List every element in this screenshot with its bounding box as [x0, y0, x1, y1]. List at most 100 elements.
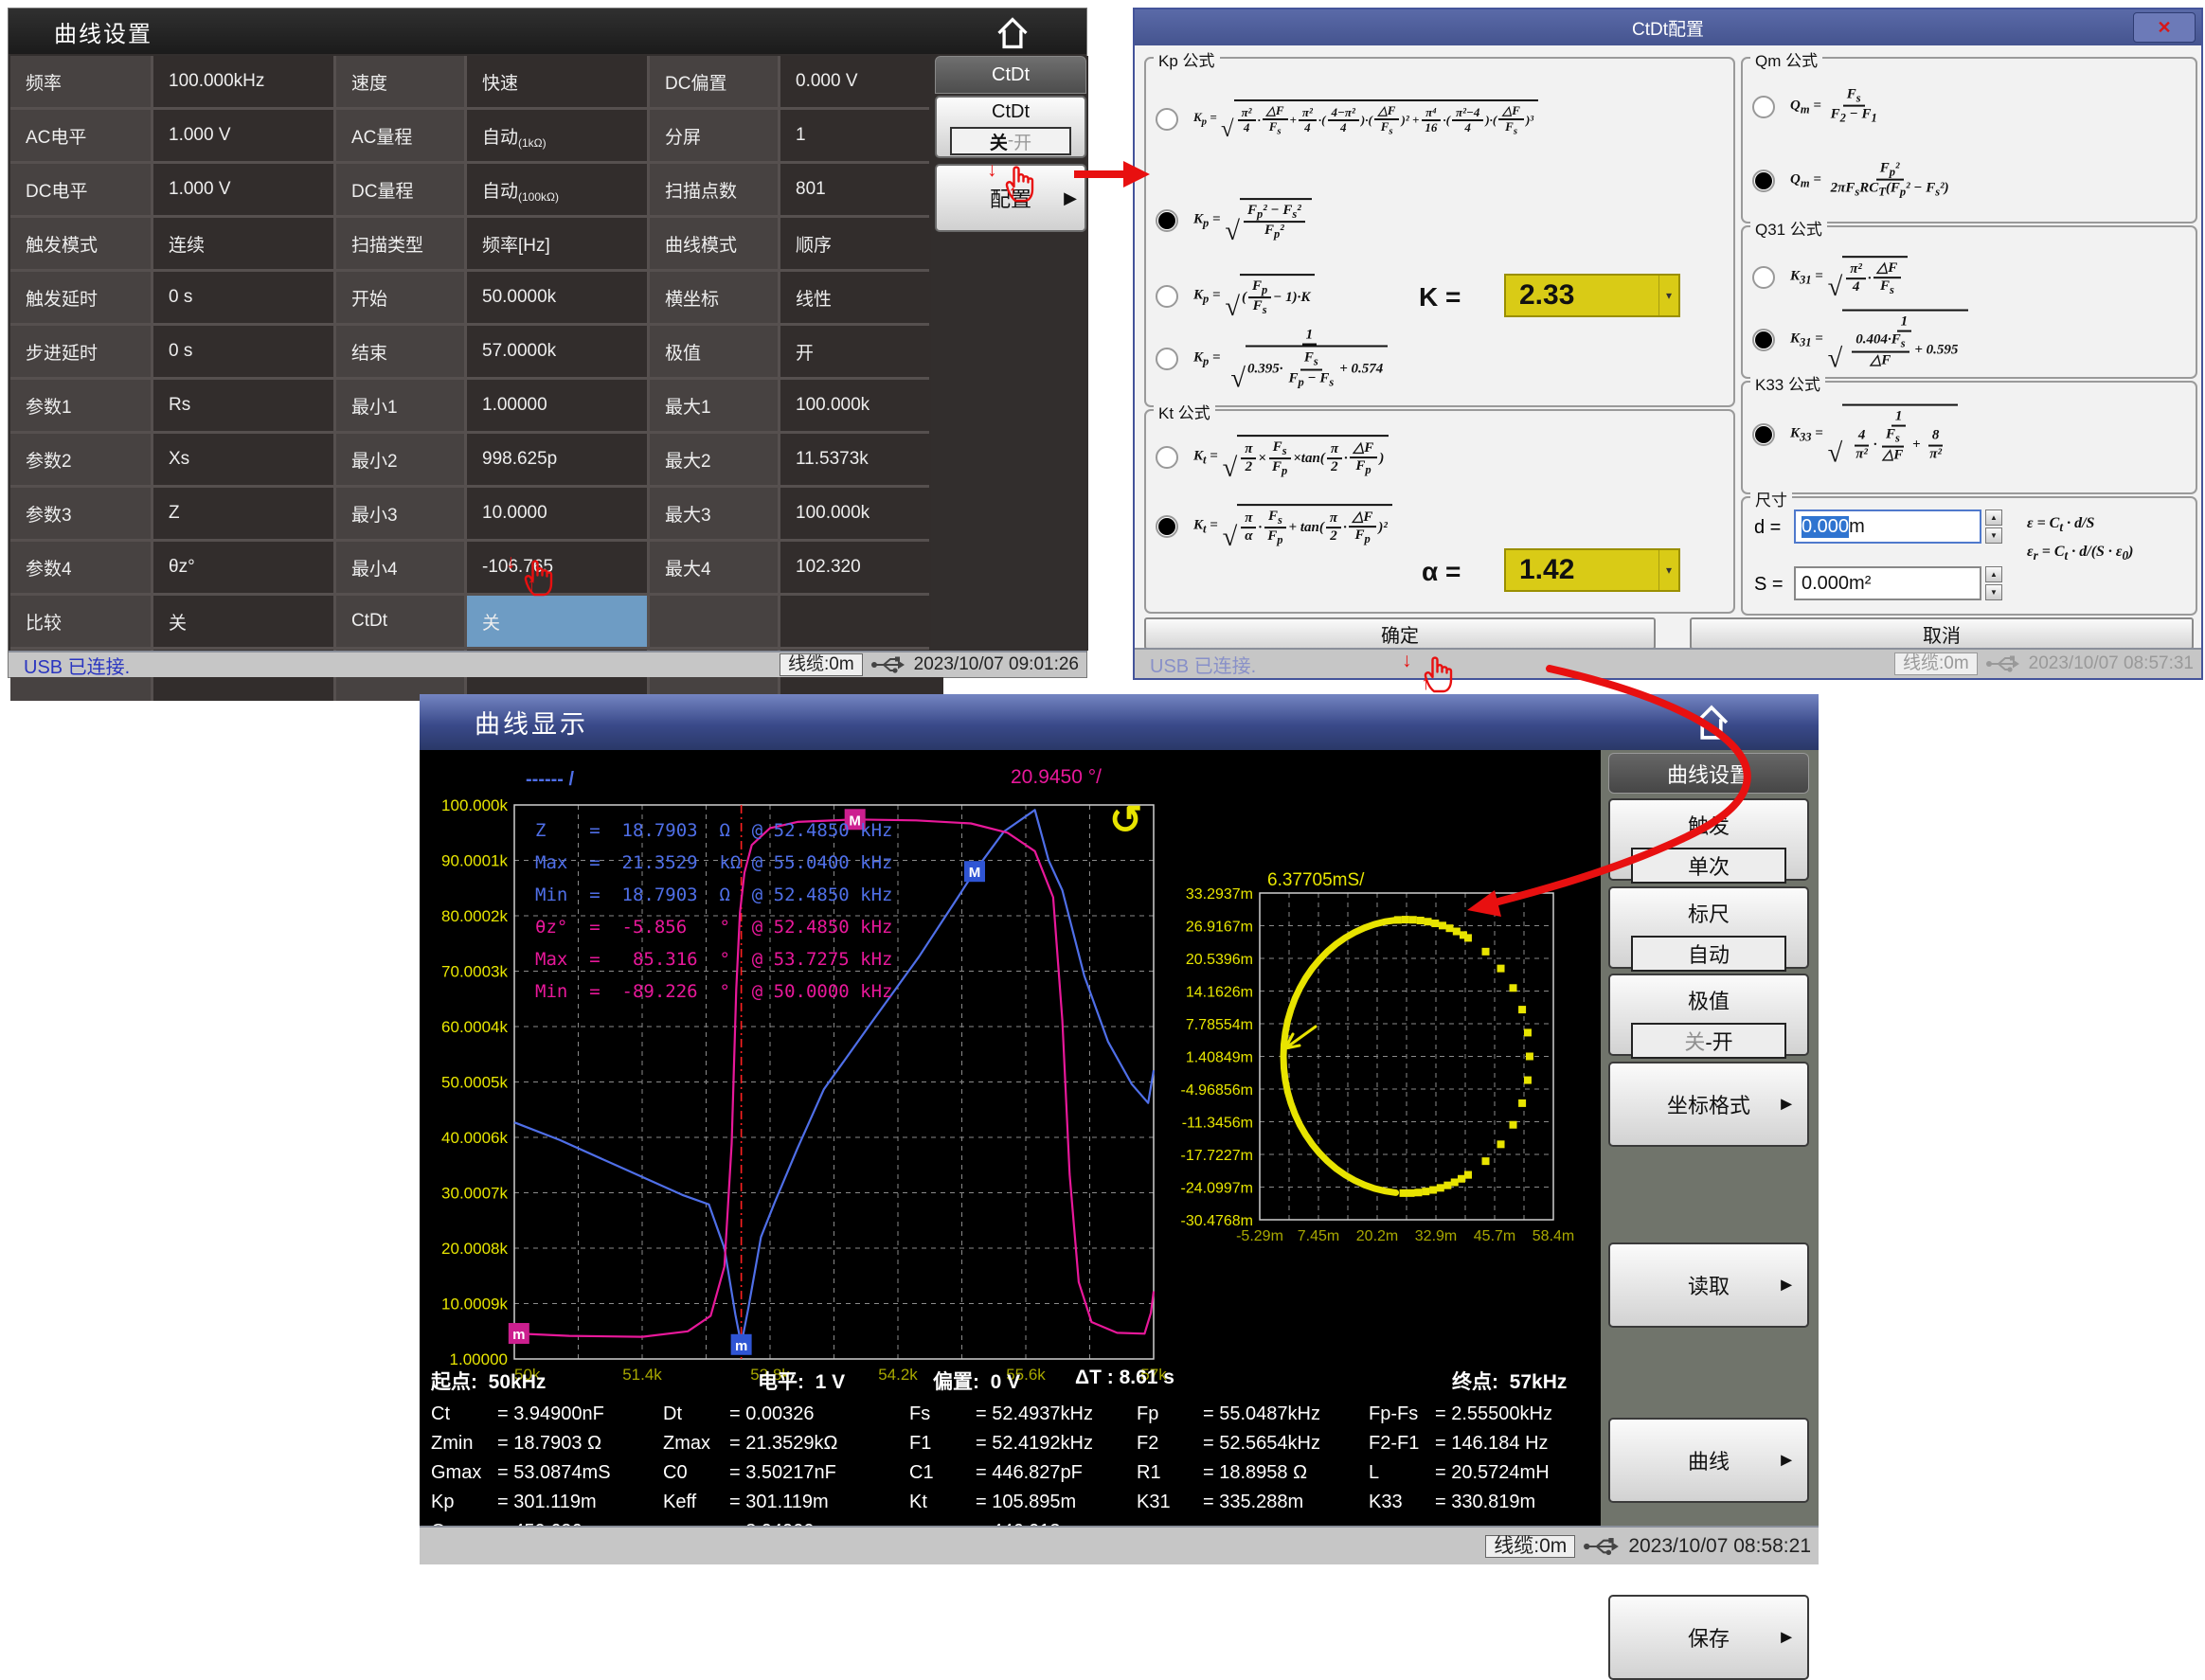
settings-value[interactable]: 11.5373k [780, 434, 943, 485]
sidebar-menu-read[interactable]: 读取► [1608, 1242, 1809, 1328]
qm-option-1-radio[interactable] [1752, 96, 1775, 118]
toggle-label: 极值 [1610, 985, 1807, 1015]
spin-down-icon: ▼ [1985, 527, 2002, 544]
svg-text:26.9167m: 26.9167m [1186, 920, 1253, 936]
sidebar-menu-save[interactable]: 保存► [1608, 1595, 1809, 1680]
settings-label: 步进延时 [10, 326, 151, 377]
alpha-value-dropdown[interactable]: 1.42▾ [1504, 548, 1680, 592]
settings-value[interactable]: 57.0000k [467, 326, 647, 377]
sidebar-toggle-ruler[interactable]: 标尺自动 [1608, 886, 1809, 969]
menu-label: 曲线 [1688, 1445, 1730, 1475]
settings-value[interactable]: θz° [153, 542, 333, 593]
settings-value[interactable]: 50.0000k [467, 272, 647, 323]
toggle-value: 单次 [1631, 848, 1786, 884]
rotate-icon[interactable]: ↺ [1109, 796, 1142, 843]
settings-value[interactable]: 频率[Hz] [467, 218, 647, 269]
settings-value[interactable]: 关 [153, 596, 333, 647]
svg-text:-5.29m: -5.29m [1236, 1228, 1283, 1244]
settings-label: 最大4 [650, 542, 778, 593]
home-icon[interactable] [1691, 702, 1732, 748]
settings-value[interactable]: 关 [467, 596, 647, 647]
settings-label: AC量程 [336, 110, 464, 161]
chevron-down-icon[interactable]: ▾ [1658, 550, 1678, 590]
qm-option-2-radio[interactable] [1752, 170, 1775, 192]
sidebar-curve-settings-button[interactable]: 曲线设置 [1608, 753, 1809, 794]
ctdt-config-button[interactable]: 配置 ▶ [935, 164, 1086, 232]
k33-option-1-radio[interactable] [1752, 423, 1775, 446]
svg-text:32.9m: 32.9m [1415, 1228, 1457, 1244]
settings-label: 最小1 [336, 380, 464, 431]
settings-value[interactable]: 开 [780, 326, 943, 377]
settings-value[interactable]: 顺序 [780, 218, 943, 269]
settings-value[interactable]: 100.000kHz [153, 56, 333, 107]
settings-label: 开始 [336, 272, 464, 323]
k33-option-1-formula: K33 = √14π²·Fs△F + 8π² [1790, 404, 1959, 464]
q31-option-2-radio[interactable] [1752, 329, 1775, 351]
page-title: 曲线设置 [54, 15, 152, 48]
qm-option-1-formula: Qm = FsF2 − F1 [1790, 87, 1883, 126]
sidebar-toggle-extremes[interactable]: 极值关-开 [1608, 974, 1809, 1056]
sidebar-toggle-trigger[interactable]: 触发单次 [1608, 798, 1809, 881]
submenu-arrow-icon: ► [1777, 1627, 1796, 1649]
settings-value[interactable]: Z [153, 488, 333, 539]
s-stepper[interactable]: ▲▼ [1985, 566, 2002, 600]
sidebar-menu-curve[interactable]: 曲线 ► [1608, 1418, 1809, 1503]
kp-option-2-radio[interactable] [1156, 209, 1178, 232]
settings-label: 最小2 [336, 434, 464, 485]
kp-option-3-formula: Kp = √(FpFs − 1)·K [1193, 274, 1316, 317]
svg-text:60.0004k: 60.0004k [441, 1018, 508, 1036]
settings-value[interactable]: 100.000k [780, 488, 943, 539]
settings-value[interactable]: 10.0000 [467, 488, 647, 539]
cancel-button[interactable]: 取消 [1690, 617, 2194, 650]
settings-value[interactable]: 快速 [467, 56, 647, 107]
svg-text:-30.4768m: -30.4768m [1181, 1213, 1254, 1229]
settings-value[interactable]: Rs [153, 380, 333, 431]
settings-value[interactable]: 自动(1kΩ) [467, 110, 647, 161]
settings-value[interactable] [780, 596, 943, 647]
settings-value[interactable]: -106.765 [467, 542, 647, 593]
table-row: Zmin= 18.7903 ΩZmax= 21.3529kΩF1= 52.419… [431, 1433, 1596, 1462]
settings-value[interactable]: 998.625p [467, 434, 647, 485]
settings-value[interactable]: 0.000 V [780, 56, 943, 107]
settings-value[interactable]: 1.000 V [153, 110, 333, 161]
settings-value[interactable]: 1 [780, 110, 943, 161]
settings-value[interactable]: 0 s [153, 326, 333, 377]
kt-option-1-radio[interactable] [1156, 446, 1178, 469]
settings-value[interactable]: 连续 [153, 218, 333, 269]
submenu-arrow-icon: ► [1777, 1094, 1796, 1116]
q31-option-1-radio[interactable] [1752, 266, 1775, 289]
settings-label: 参数2 [10, 434, 151, 485]
settings-value[interactable]: 1.00000 [467, 380, 647, 431]
ctdt-toggle-button[interactable]: CtDt 关-开 [935, 96, 1086, 158]
settings-value[interactable]: 0 s [153, 272, 333, 323]
spin-up-icon: ▲ [1985, 509, 2002, 526]
k-label: K = [1419, 282, 1461, 313]
settings-value[interactable]: 100.000k [780, 380, 943, 431]
kp-option-3-radio[interactable] [1156, 285, 1178, 308]
chevron-down-icon[interactable]: ▾ [1658, 276, 1678, 315]
settings-value[interactable]: 自动(100kΩ) [467, 164, 647, 215]
clock-text: 2023/10/07 08:58:21 [1628, 1535, 1811, 1558]
home-icon[interactable] [994, 14, 1031, 57]
ok-button[interactable]: 确定 [1144, 617, 1656, 650]
s-input[interactable]: 0.000m² [1794, 566, 1981, 600]
svg-text:20.5396m: 20.5396m [1186, 952, 1253, 968]
settings-value[interactable]: Xs [153, 434, 333, 485]
result-cell: L= 20.5724mH [1369, 1462, 1596, 1492]
settings-value[interactable]: 1.000 V [153, 164, 333, 215]
kp-option-1-radio[interactable] [1156, 108, 1178, 131]
settings-value[interactable]: 801 [780, 164, 943, 215]
kp-option-4-radio[interactable] [1156, 348, 1178, 370]
settings-value[interactable]: 102.320 [780, 542, 943, 593]
close-icon[interactable]: ✕ [2133, 12, 2196, 43]
settings-value[interactable]: 线性 [780, 272, 943, 323]
curve-settings-titlebar: 曲线设置 [9, 9, 1086, 54]
d-input[interactable]: 0.000m [1794, 509, 1981, 544]
svg-text:-24.0997m: -24.0997m [1181, 1181, 1254, 1197]
d-stepper[interactable]: ▲▼ [1985, 509, 2002, 544]
kt-option-2-radio[interactable] [1156, 515, 1178, 538]
submenu-arrow-icon: ► [1777, 1450, 1796, 1472]
sidebar-menu-coord-format[interactable]: 坐标格式► [1608, 1062, 1809, 1147]
k-value-dropdown[interactable]: 2.33▾ [1504, 274, 1680, 317]
panel-curve-display: 曲线显示 100.000k90.0001k80.0002k70.0003k60.… [420, 694, 1819, 1564]
